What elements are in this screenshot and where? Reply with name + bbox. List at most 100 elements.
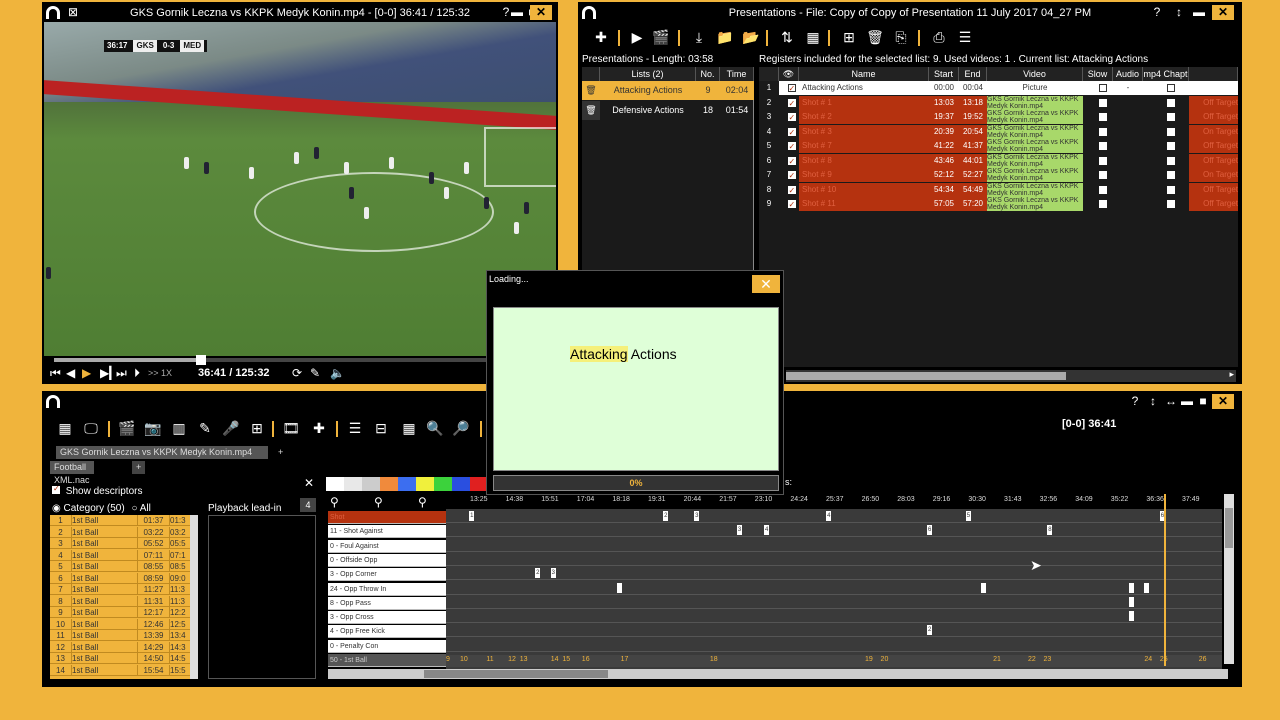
mp4-checkbox[interactable]: [1143, 124, 1189, 139]
video-frame[interactable]: 36:17 GKS 0-3 MED: [44, 22, 556, 356]
columns-icon[interactable]: ▥: [170, 419, 188, 437]
reg-header-mp4[interactable]: mp4 Chapt: [1143, 67, 1189, 81]
color-swatch[interactable]: [326, 477, 344, 491]
option-checkbox[interactable]: [1167, 200, 1175, 208]
draw-icon[interactable]: ✎: [310, 366, 320, 380]
first-ball-marker[interactable]: 18: [710, 656, 718, 663]
export-icon[interactable]: ⤓: [690, 28, 708, 46]
include-checkbox[interactable]: [787, 184, 796, 197]
slow-checkbox[interactable]: [1083, 182, 1113, 197]
option-checkbox[interactable]: [1099, 113, 1107, 121]
list-row-attacking[interactable]: 🗑 Attacking Actions 9 02:04: [582, 81, 754, 100]
color-swatch[interactable]: [416, 477, 434, 491]
category-row[interactable]: 2 1st Ball 03:22 03:2: [50, 526, 198, 539]
add-icon[interactable]: ✚: [592, 28, 610, 46]
slow-checkbox[interactable]: [1083, 197, 1113, 211]
category-scrollbar[interactable]: [190, 515, 198, 679]
grid-icon[interactable]: ▦: [804, 28, 822, 46]
register-row[interactable]: 8 Shot # 1054:3454:49GKS Gornik Leczna vs…: [759, 182, 1238, 197]
add-tab-button[interactable]: +: [274, 446, 287, 459]
share-icon[interactable]: ⎘: [892, 28, 910, 46]
folder-add-icon[interactable]: 📁: [716, 28, 734, 46]
category-row[interactable]: 3 1st Ball 05:52 05:5: [50, 538, 198, 550]
timeline-event[interactable]: [981, 582, 987, 593]
next-clip-icon[interactable]: ⏭: [116, 366, 127, 381]
register-checkbox[interactable]: [779, 95, 799, 110]
add-template-button[interactable]: +: [132, 461, 146, 474]
timeline-event[interactable]: 3: [550, 568, 556, 579]
reg-header-slow[interactable]: Slow: [1083, 67, 1113, 81]
mp4-checkbox[interactable]: [1143, 81, 1189, 95]
color-swatch[interactable]: [362, 477, 380, 491]
first-ball-marker[interactable]: 24: [1144, 656, 1152, 663]
reg-header-name[interactable]: Name: [799, 67, 929, 81]
track-label[interactable]: 0 - Offside Opp: [328, 553, 446, 567]
video-titlebar[interactable]: ⊠ GKS Gornik Leczna vs KKPK Medyk Konin.…: [42, 2, 558, 24]
register-checkbox[interactable]: [779, 168, 799, 182]
mp4-checkbox[interactable]: [1143, 168, 1189, 182]
timeline-event[interactable]: 2: [663, 511, 669, 521]
add-icon[interactable]: ✚: [310, 419, 328, 437]
register-row[interactable]: 3 Shot # 219:3719:52GKS Gornik Leczna vs …: [759, 110, 1238, 124]
option-checkbox[interactable]: [1099, 84, 1107, 92]
register-checkbox[interactable]: [779, 153, 799, 168]
slow-checkbox[interactable]: [1083, 168, 1113, 182]
option-checkbox[interactable]: [1167, 113, 1175, 121]
camera-icon[interactable]: 📷: [144, 419, 162, 437]
color-swatch[interactable]: [380, 477, 398, 491]
register-checkbox[interactable]: [779, 139, 799, 153]
slow-checkbox[interactable]: [1083, 81, 1113, 95]
register-row[interactable]: 7 Shot # 952:1252:27GKS Gornik Leczna vs …: [759, 168, 1238, 182]
list-icon[interactable]: ☰: [956, 28, 974, 46]
reg-header-start[interactable]: Start: [929, 67, 959, 81]
include-checkbox[interactable]: [787, 140, 796, 153]
timeline-event[interactable]: 6: [927, 525, 933, 536]
first-ball-marker[interactable]: 11: [486, 656, 493, 663]
register-checkbox[interactable]: [779, 197, 799, 211]
timeline-event[interactable]: 3: [737, 525, 742, 536]
first-ball-marker[interactable]: 10: [460, 656, 468, 663]
zoom-in-icon[interactable]: ⚲: [374, 495, 383, 509]
scrollbar-thumb[interactable]: [786, 372, 1066, 380]
pen-icon[interactable]: ✎: [196, 419, 214, 437]
show-descriptors-checkbox[interactable]: [52, 484, 60, 494]
trash-icon[interactable]: 🗑: [582, 81, 600, 100]
film-icon[interactable]: 🎞: [282, 419, 300, 437]
person-search-icon[interactable]: ⚲: [330, 495, 339, 509]
tab-template[interactable]: Football XML.nac: [50, 461, 94, 485]
category-row[interactable]: 9 1st Ball 12:17 12:2: [50, 607, 198, 619]
timeline-event[interactable]: [1144, 582, 1150, 593]
option-checkbox[interactable]: [1099, 156, 1107, 165]
option-checkbox[interactable]: [1167, 185, 1175, 194]
include-checkbox[interactable]: [787, 155, 796, 168]
clapper-icon[interactable]: 🎬: [652, 28, 670, 46]
mp4-checkbox[interactable]: [1143, 110, 1189, 124]
register-row[interactable]: 2 Shot # 113:0313:18GKS Gornik Leczna vs …: [759, 95, 1238, 110]
clapper-icon[interactable]: 🎬: [118, 419, 136, 437]
option-checkbox[interactable]: [1099, 185, 1107, 194]
timeline-event[interactable]: 4: [764, 525, 770, 536]
horizontal-scrollbar[interactable]: ▸: [786, 369, 1236, 382]
playhead[interactable]: [1163, 494, 1166, 666]
track-label[interactable]: 24 - Opp Throw In: [328, 582, 446, 596]
include-checkbox[interactable]: [787, 126, 796, 139]
timeline-ruler[interactable]: 13:25 14:38 15:51 17:04 18:18 19:31 20:44 21:57…: [446, 494, 1222, 508]
table-icon[interactable]: ⊞: [840, 28, 858, 46]
include-checkbox[interactable]: [787, 169, 796, 182]
play-icon[interactable]: ▶: [82, 366, 91, 380]
category-radio[interactable]: ◉: [52, 503, 61, 514]
timeline-event[interactable]: 2: [927, 625, 933, 636]
option-checkbox[interactable]: [1099, 98, 1107, 107]
track-label[interactable]: 3 - Opp Cross: [328, 611, 446, 625]
timeline-event[interactable]: 1: [469, 511, 475, 521]
first-ball-marker[interactable]: 15: [562, 656, 570, 663]
timeline-event[interactable]: 2: [535, 568, 541, 579]
option-checkbox[interactable]: [1167, 84, 1175, 92]
search-icon[interactable]: 🔍: [426, 419, 444, 437]
help-button[interactable]: ?: [1148, 5, 1166, 20]
loading-close-button[interactable]: ✕: [752, 275, 780, 293]
category-row[interactable]: 10 1st Ball 12:46 12:5: [50, 618, 198, 631]
prev-clip-icon[interactable]: ⏮: [50, 366, 61, 381]
register-checkbox[interactable]: [779, 124, 799, 139]
timeline-tool-icon[interactable]: ⊟: [372, 419, 390, 437]
